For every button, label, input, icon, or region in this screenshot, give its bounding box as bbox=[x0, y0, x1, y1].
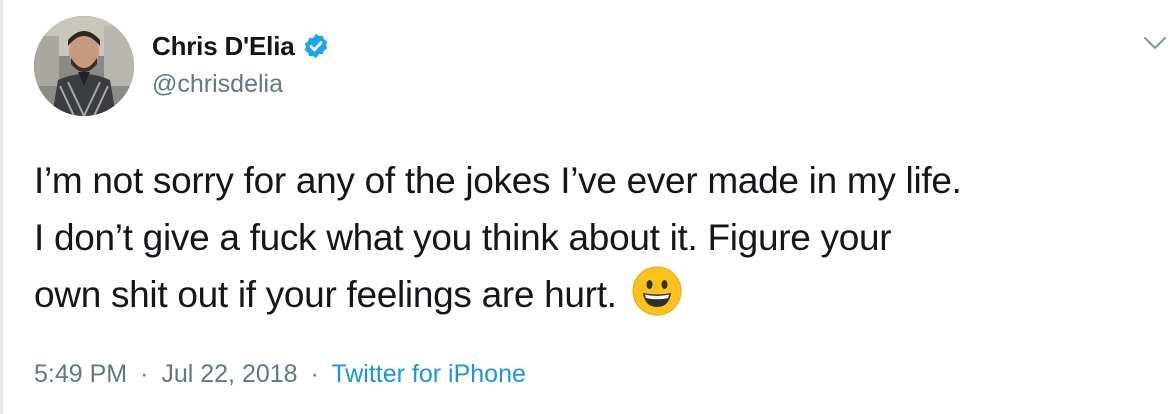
avatar-photo bbox=[34, 16, 134, 116]
avatar[interactable] bbox=[34, 16, 134, 116]
tweet-text: I’m not sorry for any of the jokes I’ve … bbox=[34, 152, 1169, 323]
grinning-face-icon bbox=[632, 266, 682, 316]
tweet-date[interactable]: Jul 22, 2018 bbox=[161, 360, 297, 388]
meta-separator: · bbox=[310, 360, 319, 388]
tweet-line: I don’t give a fuck what you think about… bbox=[34, 217, 892, 258]
card-border bbox=[0, 0, 3, 414]
author-handle[interactable]: @chrisdelia bbox=[152, 70, 283, 99]
tweet-time[interactable]: 5:49 PM bbox=[34, 360, 127, 388]
tweet-card: Chris D'Elia @chrisdelia I’m not sorry f… bbox=[0, 0, 1174, 414]
author-name-row[interactable]: Chris D'Elia bbox=[152, 28, 330, 64]
chevron-down-icon[interactable] bbox=[1142, 34, 1168, 52]
tweet-line: own shit out if your feelings are hurt. bbox=[34, 274, 617, 315]
tweet-line: I’m not sorry for any of the jokes I’ve … bbox=[34, 160, 962, 201]
display-name[interactable]: Chris D'Elia bbox=[152, 31, 295, 62]
tweet-source-link[interactable]: Twitter for iPhone bbox=[331, 360, 526, 388]
tweet-line-with-emoji: own shit out if your feelings are hurt. bbox=[34, 266, 1169, 323]
meta-separator: · bbox=[140, 360, 149, 388]
verified-badge-icon bbox=[304, 33, 327, 59]
tweet-meta: 5:49 PM · Jul 22, 2018 · Twitter for iPh… bbox=[34, 360, 526, 389]
